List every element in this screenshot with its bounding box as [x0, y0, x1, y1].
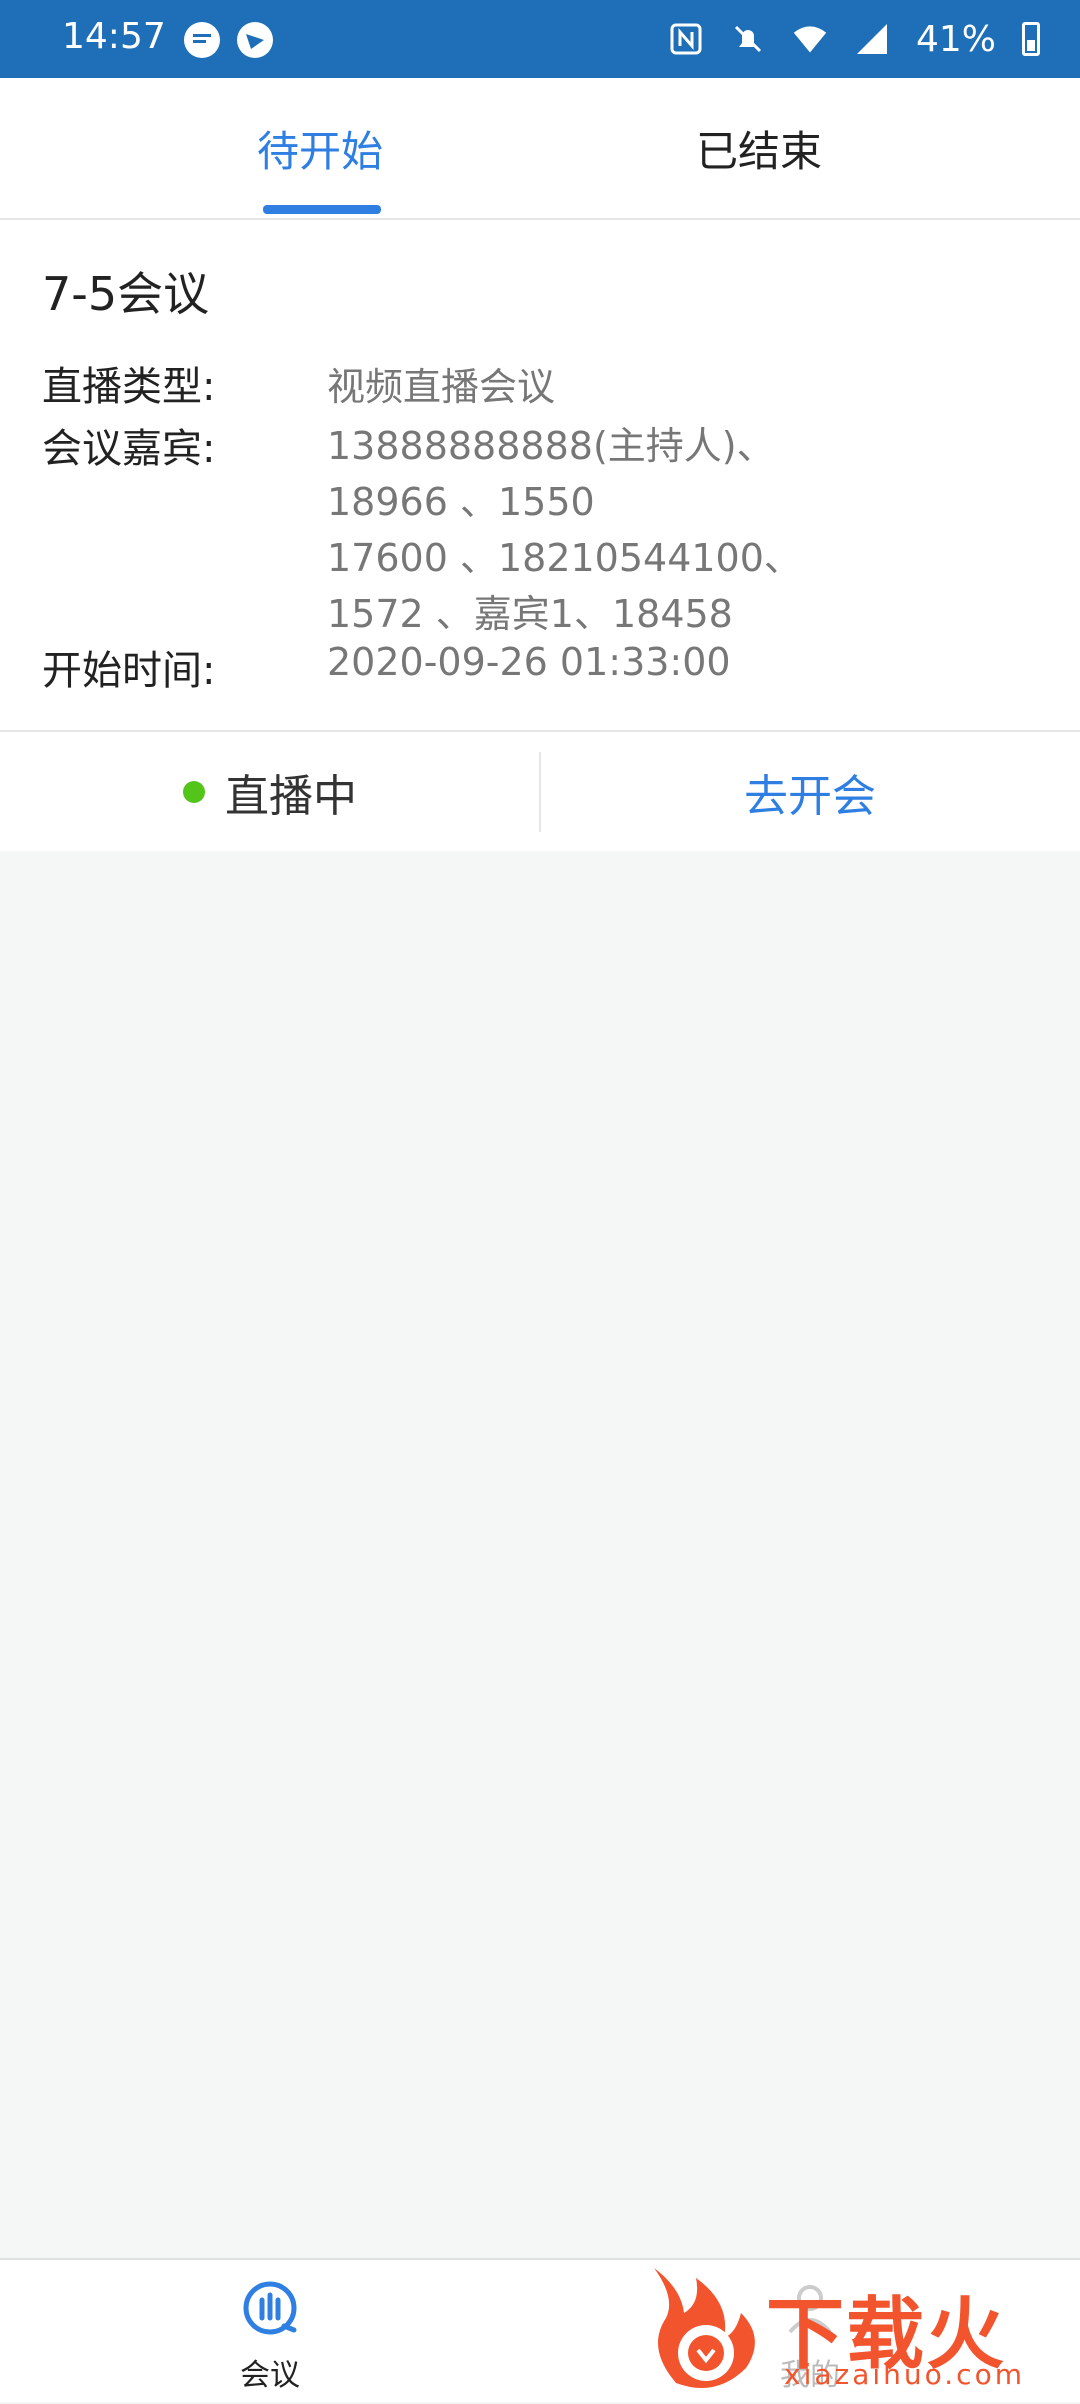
guest-line: 1572 、嘉宾1、18458 [327, 592, 733, 636]
join-meeting-button[interactable]: 去开会 [540, 732, 1080, 851]
active-tab-indicator [263, 205, 381, 214]
start-time-value: 2020-09-26 01:33:00 [327, 640, 731, 684]
message-icon [184, 22, 220, 58]
meeting-icon [243, 2281, 297, 2335]
live-status: 直播中 [0, 732, 540, 851]
status-bar: 14:57 41% [0, 0, 1080, 78]
nav-meeting-label: 会议 [240, 2358, 300, 2393]
live-type-label: 直播类型: [42, 364, 216, 410]
guest-line: 17600 、18210544100、 [327, 536, 802, 580]
guests-label: 会议嘉宾: [42, 426, 216, 472]
live-dot-icon [183, 780, 205, 803]
nfc-icon [668, 21, 704, 57]
tab-bar: 待开始 已结束 [0, 78, 1080, 220]
start-time-label: 开始时间: [42, 648, 216, 694]
bird-icon [237, 22, 273, 58]
guest-line: 13888888888(主持人)、 [327, 424, 775, 468]
watermark-url: xiazaihuo.com [784, 2358, 1025, 2391]
tab-pending[interactable]: 待开始 [0, 78, 640, 218]
status-time: 14:57 [62, 16, 166, 57]
tab-ended[interactable]: 已结束 [640, 78, 1080, 218]
nav-meeting[interactable]: 会议 [0, 2260, 540, 2402]
watermark-logo: 下载火 xiazaihuo.com [636, 2258, 1080, 2400]
signal-icon [854, 21, 890, 57]
guest-line: 18966 、1550 [327, 480, 595, 524]
battery-icon [1022, 22, 1040, 56]
meeting-card[interactable]: 7-5会议 直播类型: 视频直播会议 会议嘉宾: 13888888888(主持人… [0, 220, 1080, 851]
flame-logo-icon [654, 2268, 755, 2388]
live-type-value: 视频直播会议 [327, 365, 556, 409]
battery-percent: 41% [915, 18, 996, 60]
live-status-text: 直播中 [225, 770, 357, 822]
wifi-icon [792, 21, 828, 57]
mute-icon [730, 21, 766, 57]
guests-list: 13888888888(主持人)、 18966 、1550 17600 、182… [327, 418, 1047, 642]
meeting-title: 7-5会议 [42, 267, 210, 321]
